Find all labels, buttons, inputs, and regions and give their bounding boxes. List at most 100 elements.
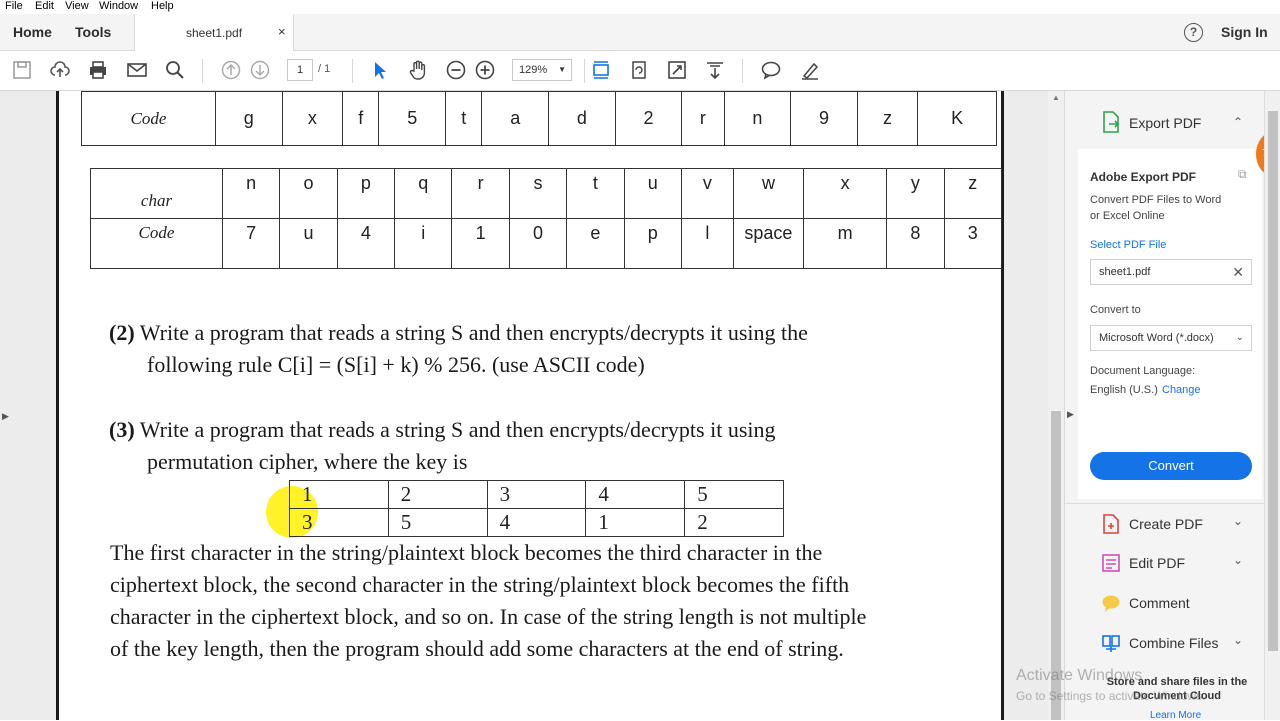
scrollbar-thumb[interactable]	[1268, 111, 1278, 651]
scroll-up-icon[interactable]: ▲	[1052, 93, 1060, 102]
export-pdf-panel: Adobe Export PDF ⧉ Convert PDF Files to …	[1078, 149, 1262, 499]
menu-file[interactable]: File	[5, 0, 23, 12]
rotate-page-icon[interactable]	[628, 59, 650, 81]
sign-in-button[interactable]: Sign In	[1221, 24, 1268, 40]
read-mode-icon[interactable]	[704, 59, 726, 81]
tools-tab[interactable]: Tools	[75, 24, 111, 40]
pdf-page: Code g x f 5 t a d 2 r n 9 z K char n o	[56, 91, 1004, 720]
save-icon[interactable]	[11, 59, 33, 81]
table-cell: r	[451, 168, 510, 219]
tool-create-pdf[interactable]: Create PDF	[1129, 516, 1203, 532]
table-cell: v	[680, 168, 734, 219]
document-scrollbar[interactable]: ▲	[1048, 91, 1064, 720]
document-tab[interactable]: sheet1.pdf ×	[134, 14, 294, 51]
question-number: (3)	[109, 417, 135, 442]
chevron-up-icon[interactable]: ⌃	[1233, 115, 1243, 129]
table-cell: K	[917, 91, 997, 146]
tool-edit-pdf[interactable]: Edit PDF	[1129, 555, 1185, 571]
close-icon[interactable]: ×	[278, 24, 286, 39]
print-icon[interactable]	[87, 59, 109, 81]
document-viewport[interactable]: ▶ Code g x f 5 t a d 2 r n 9 z K char n …	[0, 91, 1064, 720]
table-row: Code g x f 5 t a d 2 r n 9 z K	[81, 91, 997, 146]
email-icon[interactable]	[126, 59, 148, 81]
tool-comment[interactable]: Comment	[1129, 595, 1190, 611]
selected-file-field[interactable]: sheet1.pdf ✕	[1090, 259, 1252, 285]
chevron-down-icon: ⌄	[1235, 332, 1244, 343]
table-cell: x	[802, 168, 888, 219]
table-cell: 2	[614, 91, 683, 146]
chevron-down-icon[interactable]: ⌄	[1233, 633, 1243, 647]
pane-scrollbar[interactable]	[1264, 91, 1280, 720]
change-language-link[interactable]: Change	[1162, 384, 1201, 396]
hand-tool-icon[interactable]	[407, 59, 429, 81]
next-page-icon[interactable]	[249, 59, 271, 81]
body-line: character in the ciphertext block, and s…	[110, 604, 867, 629]
table-cell: m	[802, 218, 888, 269]
help-icon[interactable]: ?	[1184, 23, 1203, 42]
zoom-in-icon[interactable]	[474, 59, 496, 81]
expand-left-panel-icon[interactable]: ▶	[2, 411, 9, 422]
settings-icon[interactable]: ⧉	[1238, 167, 1247, 182]
format-select[interactable]: Microsoft Word (*.docx) ⌄	[1090, 325, 1252, 351]
table-cell: a	[481, 91, 550, 146]
create-pdf-icon	[1101, 514, 1121, 534]
table-cell: 7	[221, 218, 281, 269]
table-cell: i	[394, 218, 453, 269]
convert-to-label: Convert to	[1090, 304, 1141, 316]
question-text-line: Write a program that reads a string S an…	[139, 320, 808, 345]
table-cell: 2	[387, 480, 488, 509]
document-tab-title: sheet1.pdf	[186, 26, 243, 40]
menu-edit[interactable]: Edit	[35, 0, 54, 12]
zoom-out-icon[interactable]	[445, 59, 467, 81]
tool-combine-files[interactable]: Combine Files	[1129, 635, 1218, 651]
body-line: ciphertext block, the second character i…	[110, 572, 850, 597]
zoom-level-select[interactable]: 129% ▼	[512, 59, 572, 81]
page-total: / 1	[318, 63, 331, 75]
remove-file-icon[interactable]: ✕	[1232, 260, 1244, 284]
adobe-export-title: Adobe Export PDF	[1090, 170, 1197, 184]
comment-tool-icon	[1101, 593, 1121, 613]
menu-help[interactable]: Help	[151, 0, 174, 12]
previous-page-icon[interactable]	[220, 59, 242, 81]
select-pdf-file-link[interactable]: Select PDF File	[1090, 239, 1166, 251]
table-cell: t	[445, 91, 483, 146]
chevron-down-icon[interactable]: ⌄	[1233, 553, 1243, 567]
question-text-line: following rule C[i] = (S[i] + k) % 256. …	[147, 352, 645, 377]
select-pointer-icon[interactable]	[369, 59, 391, 81]
menu-window[interactable]: Window	[99, 0, 138, 12]
scroll-mode-icon[interactable]	[590, 59, 612, 81]
table-cell: p	[336, 168, 396, 219]
table-cell: 1	[289, 480, 389, 509]
table-cell: 5	[378, 91, 447, 146]
table-cell: r	[681, 91, 725, 146]
convert-button[interactable]: Convert	[1090, 452, 1252, 480]
table-cell: 3	[943, 218, 1003, 269]
collapse-pane-icon[interactable]: ▶	[1067, 409, 1074, 420]
highlight-pen-icon[interactable]	[799, 59, 821, 81]
learn-more-link[interactable]: Learn More	[1150, 710, 1201, 721]
table-cell: q	[394, 168, 453, 219]
cloud-upload-icon[interactable]	[49, 59, 71, 81]
export-pdf-icon	[1101, 111, 1121, 133]
edit-pdf-icon	[1101, 553, 1121, 573]
tab-bar: Home Tools sheet1.pdf × ? Sign In	[0, 14, 1280, 51]
language-value: English (U.S.)	[1090, 384, 1158, 396]
divider	[1065, 503, 1280, 504]
table-cell: 0	[508, 218, 568, 269]
comment-icon[interactable]	[760, 59, 782, 81]
question-number: (2)	[109, 320, 135, 345]
document-language-label: Document Language:	[1090, 365, 1196, 377]
right-tools-pane: ▶ Export PDF ⌃ Adobe Export PDF ⧉ Conver…	[1064, 91, 1280, 720]
chevron-down-icon: ▼	[558, 65, 566, 74]
table-cell: f	[342, 91, 380, 146]
table-cell: 4	[486, 508, 587, 537]
menu-view[interactable]: View	[65, 0, 89, 12]
home-tab[interactable]: Home	[13, 24, 52, 40]
page-number-input[interactable]: 1	[287, 59, 313, 81]
table-cell: l	[680, 218, 734, 269]
search-icon[interactable]	[164, 59, 186, 81]
fit-page-icon[interactable]	[666, 59, 688, 81]
chevron-down-icon[interactable]: ⌄	[1233, 514, 1243, 528]
cipher-table-1: Code g x f 5 t a d 2 r n 9 z K	[81, 91, 997, 146]
export-pdf-title[interactable]: Export PDF	[1129, 115, 1201, 131]
